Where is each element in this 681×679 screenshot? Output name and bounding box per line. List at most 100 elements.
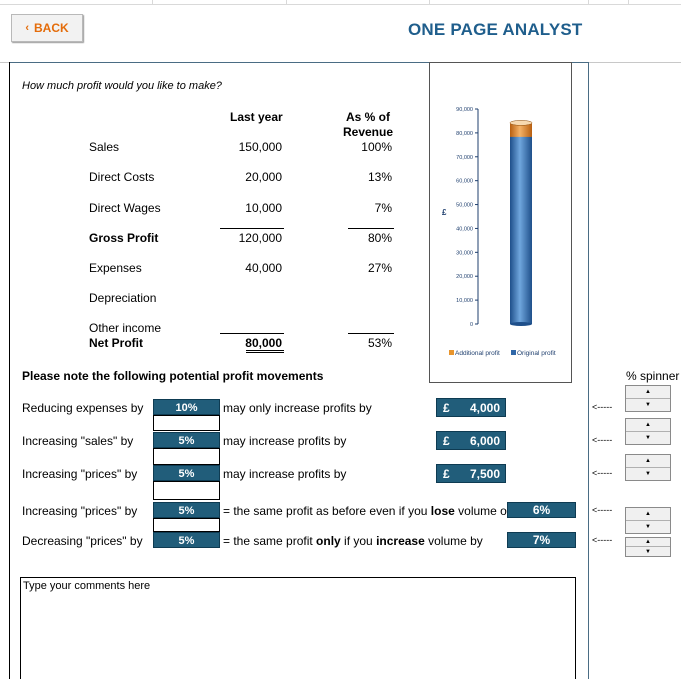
mid-text: if you	[340, 534, 377, 548]
y-tick-label: 10,000	[456, 298, 473, 304]
movement-mid-prices: may increase profits by	[223, 467, 347, 481]
subtotal-rule	[348, 228, 394, 229]
spinner-prices[interactable]: ▲ ▼	[625, 454, 671, 481]
mid-bold: increase	[376, 534, 425, 548]
movement-result-value: 7,500	[469, 467, 500, 481]
spinner-increase-prices[interactable]: ▲ ▼	[625, 507, 671, 534]
row-label-direct-wages: Direct Wages	[89, 201, 161, 215]
input-cell-blank	[153, 415, 220, 431]
y-tick-label: 90,000	[456, 107, 473, 113]
spinner-sales[interactable]: ▲ ▼	[625, 418, 671, 445]
movements-heading: Please note the following potential prof…	[22, 369, 324, 383]
row-value-direct-costs: 20,000	[245, 170, 282, 184]
mid-bold: only	[316, 534, 341, 548]
profit-question: How much profit would you like to make?	[22, 80, 222, 92]
row-value-gross-profit: 120,000	[238, 231, 282, 245]
legend-swatch-original	[511, 350, 516, 355]
y-tick-label: 50,000	[456, 203, 473, 209]
row-label-expenses: Expenses	[89, 261, 142, 275]
col-header-pct-revenue: As % of Revenue	[342, 110, 394, 140]
spinner-down-button[interactable]: ▼	[626, 547, 670, 556]
spinner-decrease-prices[interactable]: ▲ ▼	[625, 537, 671, 557]
spinner-up-button[interactable]: ▲	[626, 455, 670, 468]
arrow-down-icon: ▼	[645, 434, 651, 441]
arrow-up-icon: ▲	[645, 457, 651, 464]
arrow-up-icon: ▲	[645, 388, 651, 395]
grid-tick	[286, 0, 287, 5]
input-cell-blank	[153, 481, 220, 500]
spinner-arrow: <-----	[592, 402, 613, 412]
col-header-pct-line1: As % of	[345, 110, 390, 124]
subtotal-rule	[220, 228, 284, 229]
movement-label-sales: Increasing "sales" by	[22, 434, 134, 448]
movement-result-expenses: £ 4,000	[436, 398, 506, 417]
arrow-up-icon: ▲	[645, 510, 651, 517]
movement-input-sales[interactable]: 5%	[153, 432, 220, 448]
back-button-label: BACK	[34, 21, 69, 35]
movement-input-prices[interactable]: 5%	[153, 465, 220, 481]
spinner-down-button[interactable]: ▼	[626, 399, 670, 412]
spinner-arrow: <-----	[592, 535, 613, 545]
bar-original-profit	[510, 132, 532, 324]
grid-tick	[628, 0, 629, 5]
spinner-up-button[interactable]: ▲	[626, 538, 670, 547]
spinner-arrow: <-----	[592, 505, 613, 515]
spinner-expenses[interactable]: ▲ ▼	[625, 385, 671, 412]
y-tick-label: 30,000	[456, 250, 473, 256]
movement-result-increase-volume: 7%	[507, 532, 576, 548]
movement-result-prices: £ 7,500	[436, 464, 506, 483]
profit-chart: 0 10,000 20,000 30,000 40,000 50,000 60,000 70,…	[429, 62, 572, 383]
spinner-down-button[interactable]: ▼	[626, 432, 670, 445]
row-label-gross-profit: Gross Profit	[89, 231, 159, 245]
double-underline	[246, 350, 284, 351]
back-button[interactable]: ‹ BACK	[11, 14, 83, 42]
movement-label-decrease-prices-volume: Decreasing "prices" by	[22, 534, 143, 548]
row-pct-gross-profit: 80%	[367, 231, 392, 245]
movement-label-expenses: Reducing expenses by	[22, 401, 144, 415]
grid-tick	[588, 0, 589, 5]
row-pct-sales: 100%	[361, 140, 392, 154]
row-label-sales: Sales	[89, 140, 120, 154]
col-header-last-year: Last year	[230, 110, 283, 124]
spinner-arrow: <-----	[592, 435, 613, 445]
row-value-direct-wages: 10,000	[245, 201, 282, 215]
input-cell-blank	[153, 448, 220, 465]
legend-swatch-additional	[449, 350, 454, 355]
movement-mid-decrease-prices-volume: = the same profit only if you increase v…	[223, 534, 483, 548]
spinner-down-button[interactable]: ▼	[626, 521, 670, 534]
spinner-up-button[interactable]: ▲	[626, 386, 670, 399]
mid-bold: lose	[430, 504, 455, 518]
col-header-pct-line2: Revenue	[342, 125, 394, 139]
spinner-down-button[interactable]: ▼	[626, 468, 670, 481]
bar-top-cap	[509, 120, 533, 126]
currency-symbol: £	[443, 401, 450, 415]
movement-input-decrease-prices-volume[interactable]: 5%	[153, 532, 220, 548]
mid-text: = the same profit as before even if you	[223, 504, 431, 518]
row-label-other-income: Other income	[89, 321, 162, 335]
row-label-depreciation: Depreciation	[89, 291, 157, 305]
movement-result-lose-volume: 6%	[507, 502, 576, 518]
movement-mid-increase-prices-volume: = the same profit as before even if you …	[223, 504, 510, 518]
total-rule	[348, 333, 394, 334]
profit-chart-svg: 0 10,000 20,000 30,000 40,000 50,000 60,000 70,…	[442, 107, 556, 357]
total-rule	[220, 333, 284, 334]
row-label-net-profit: Net Profit	[89, 336, 143, 350]
spinner-up-button[interactable]: ▲	[626, 508, 670, 521]
grid-tick	[429, 0, 430, 5]
movement-result-value: 6,000	[469, 434, 500, 448]
movement-result-sales: £ 6,000	[436, 431, 506, 450]
y-tick-label: 70,000	[456, 155, 473, 161]
currency-symbol: £	[443, 434, 450, 448]
currency-symbol: £	[443, 467, 450, 481]
legend-label-additional: Additional profit	[455, 350, 500, 357]
movement-label-prices: Increasing "prices" by	[22, 467, 138, 481]
movement-input-expenses[interactable]: 10%	[153, 399, 220, 415]
comments-box[interactable]: Type your comments here	[20, 577, 576, 679]
spinner-arrow: <-----	[592, 468, 613, 478]
grid-tick	[152, 0, 153, 5]
panel-left-border	[9, 62, 10, 679]
comments-placeholder: Type your comments here	[23, 580, 151, 592]
movement-input-increase-prices-volume[interactable]: 5%	[153, 502, 220, 518]
y-axis-label: £	[442, 208, 447, 217]
spinner-up-button[interactable]: ▲	[626, 419, 670, 432]
